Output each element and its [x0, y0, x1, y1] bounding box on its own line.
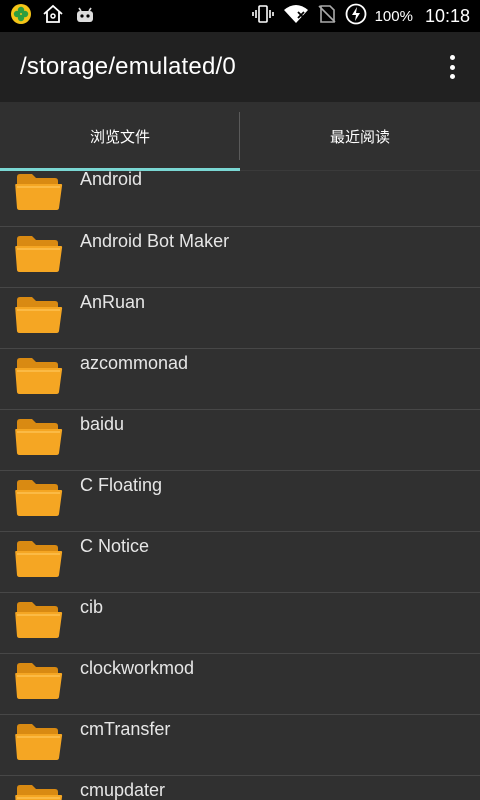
list-item[interactable]: baidu: [0, 410, 480, 471]
folder-name: cib: [80, 597, 104, 617]
folder-name: Android Bot Maker: [80, 231, 230, 251]
folder-name: cmupdater: [80, 780, 166, 800]
tab-bar: 浏览文件 最近阅读: [0, 102, 480, 171]
folder-name: baidu: [80, 414, 125, 434]
folder-icon: [15, 294, 63, 334]
folder-name: C Floating: [80, 475, 163, 495]
overflow-dot: [449, 64, 455, 70]
list-item[interactable]: AnRuan: [0, 288, 480, 349]
folder-name: azcommonad: [80, 353, 189, 373]
folder-name: C Notice: [80, 536, 150, 556]
overflow-dot: [449, 55, 455, 60]
folder-icon: [15, 171, 63, 211]
folder-icon: [15, 538, 63, 578]
folder-icon: [15, 477, 63, 517]
file-list[interactable]: Android Android Bot Maker AnRuan azcommo…: [0, 171, 480, 800]
status-right-icons: 100% 10:18: [251, 3, 470, 29]
wifi-icon: [283, 4, 309, 28]
folder-name: cmTransfer: [80, 719, 171, 739]
clock-time: 10:18: [424, 5, 470, 26]
folder-name: clockworkmod: [80, 658, 195, 678]
folder-icon: [15, 660, 63, 700]
list-item[interactable]: cmupdater: [0, 776, 480, 800]
list-item[interactable]: Android Bot Maker: [0, 227, 480, 288]
list-item[interactable]: cmTransfer: [0, 715, 480, 776]
folder-name: Android: [80, 171, 143, 189]
status-bar: 100% 10:18: [0, 0, 480, 32]
folder-icon: [15, 355, 63, 395]
current-path-title: /storage/emulated/0: [20, 53, 236, 80]
folder-icon: [15, 721, 63, 761]
tab-divider: [239, 112, 240, 160]
app-clover-icon: [10, 3, 32, 29]
list-item[interactable]: Android: [0, 171, 480, 227]
folder-icon: [15, 416, 63, 456]
tab-label: 浏览文件: [89, 127, 150, 146]
tab-recent-reading[interactable]: 最近阅读: [240, 102, 480, 170]
status-left-icons: [10, 3, 96, 29]
tab-label: 最近阅读: [329, 127, 390, 146]
home-outline-icon: [42, 4, 64, 28]
vibrate-icon: [251, 4, 275, 28]
list-item[interactable]: C Floating: [0, 471, 480, 532]
battery-charging-icon: [345, 3, 367, 29]
list-item[interactable]: cib: [0, 593, 480, 654]
app-toolbar: /storage/emulated/0: [0, 32, 480, 102]
tab-browse-files[interactable]: 浏览文件: [0, 102, 240, 170]
android-bot-icon: [74, 4, 96, 28]
folder-icon: [15, 782, 63, 800]
battery-percent: 100%: [374, 7, 413, 25]
more-vert-icon[interactable]: [440, 52, 464, 82]
folder-name: AnRuan: [80, 292, 146, 312]
no-sim-icon: [317, 4, 337, 28]
folder-icon: [15, 233, 63, 273]
overflow-dot: [449, 74, 455, 79]
list-item[interactable]: azcommonad: [0, 349, 480, 410]
list-item[interactable]: clockworkmod: [0, 654, 480, 715]
folder-icon: [15, 599, 63, 639]
list-item[interactable]: C Notice: [0, 532, 480, 593]
